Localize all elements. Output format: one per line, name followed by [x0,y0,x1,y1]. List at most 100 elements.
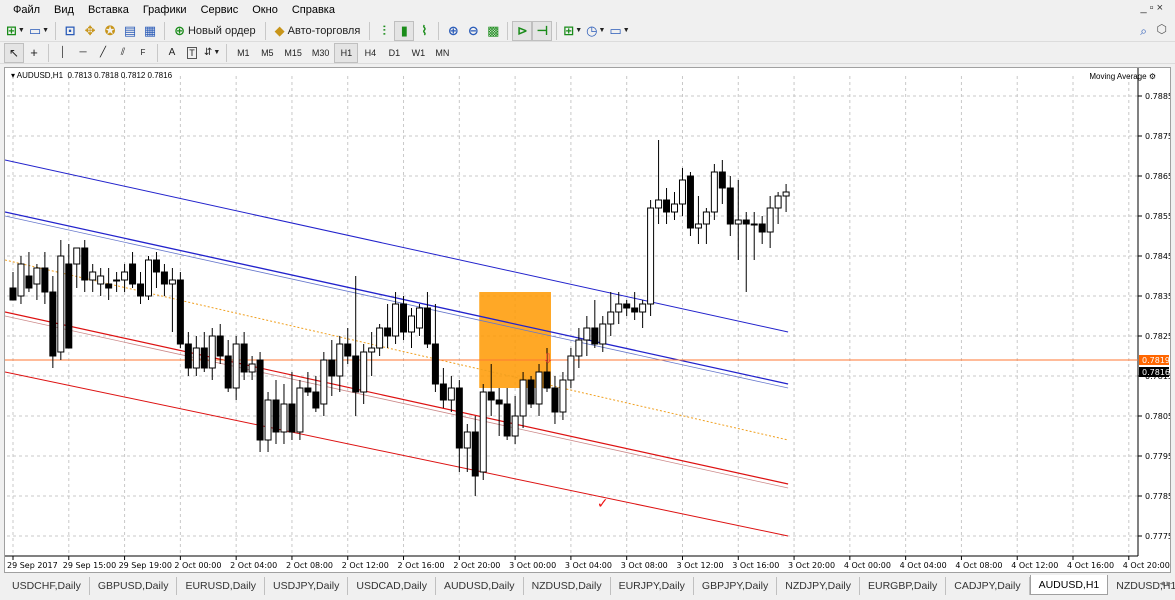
timeframe-d1[interactable]: D1 [382,43,406,63]
menu-insert[interactable]: Вставка [81,0,136,20]
new-chart-button[interactable]: ⊞ ▼ [4,21,27,41]
zoom-out-button[interactable]: ⊖ [463,21,483,41]
vertical-line-icon: │ [59,47,67,58]
candle-chart-button[interactable]: ▮ [394,20,415,41]
candle-bullish [702,211,710,225]
chart-tab[interactable]: EURJPY,Daily [611,577,694,595]
data-window-button[interactable]: ✥ [80,21,100,41]
auto-trading-icon: ◆ [274,22,285,38]
chart-tab[interactable]: GBPUSD,Daily [90,577,178,595]
timeframe-m1[interactable]: M1 [231,43,255,63]
zoom-in-button[interactable]: ⊕ [443,21,463,41]
trendline-button[interactable]: ╱ [93,43,113,63]
menu-bar: Файл Вид Вставка Графики Сервис Окно Спр… [0,0,1175,20]
terminal-button[interactable]: ▤ [120,21,140,41]
horizontal-line-button[interactable]: ─ [73,43,93,63]
timeframe-h1[interactable]: H1 [334,42,359,63]
red-channel-upper-2 [5,315,789,489]
arrows-button[interactable]: ⇵ ▼ [202,43,222,63]
x-tick-label: 3 Oct 00:00 [509,561,556,570]
candle-bearish [137,283,145,297]
channel-button[interactable]: ⫽ [113,43,133,63]
auto-scroll-button[interactable]: ⊳ [512,20,533,41]
timeframe-mn[interactable]: MN [430,43,454,63]
chart-tab[interactable]: NZDJPY,Daily [777,577,860,595]
market-watch-button[interactable]: ⊡ [60,21,80,41]
search-icon[interactable]: ⌕ [1140,24,1147,39]
indicators-button[interactable]: ⊞ ▼ [561,21,584,41]
profiles-icon: ▭ [28,22,42,38]
chart-window[interactable]: ⇩ ✓ 0.7885 0.7875 0.7865 0.7855 0.7845 0.7835 0.… [4,67,1171,573]
fibonacci-button[interactable]: F [133,43,153,63]
chart-tab[interactable]: NZDUSD,Daily [524,577,611,595]
timeframe-m30[interactable]: M30 [307,43,335,63]
candle-chart-icon: ▮ [400,22,408,38]
new-order-button[interactable]: ⊕ Новый ордер [169,21,261,41]
text-label-button[interactable]: T [182,43,202,63]
chart-tab[interactable]: USDCHF,Daily [4,577,90,595]
candle-bullish [248,363,256,373]
gear-icon[interactable]: ⚙ [1149,72,1156,81]
price-chart[interactable]: ⇩ ✓ 0.7885 0.7875 0.7865 0.7855 0.7845 0.7835 0.… [5,68,1170,572]
bar-chart-button[interactable]: ⫶ [374,21,394,41]
chart-tab[interactable]: AUDUSD,H1 [1029,575,1109,595]
chart-quote: 0.7813 0.7818 0.7812 0.7816 [67,71,173,80]
tile-windows-button[interactable]: ▩ [483,21,503,41]
chart-tab[interactable]: AUDUSD,Daily [436,577,524,595]
candle-bearish [455,387,463,449]
candle-bearish [224,355,232,389]
price-label: 0.7816 [1142,368,1170,377]
candle-bearish [631,307,639,313]
menu-file[interactable]: Файл [6,0,47,20]
chart-tab[interactable]: EURGBP,Daily [860,577,947,595]
candle-bullish [678,179,686,205]
chart-tab[interactable]: USDCAD,Daily [348,577,436,595]
line-chart-button[interactable]: ⌇ [414,21,434,41]
chart-tab[interactable]: USDJPY,Daily [265,577,349,595]
auto-trading-label: Авто-торговля [287,24,361,37]
window-controls[interactable]: _ ▫ × [1140,2,1163,14]
x-tick-label: 2 Oct 20:00 [453,561,500,570]
candle-bullish [599,323,607,345]
candle-bullish [264,399,272,441]
timeframe-m5[interactable]: M5 [255,43,279,63]
periods-button[interactable]: ◷ ▼ [584,21,607,41]
tabs-scroll-arrows[interactable]: ◂ ▸ [1159,578,1171,589]
auto-trading-button[interactable]: ◆ Авто-торговля [270,21,366,41]
toolbar-separator [369,21,371,40]
timeframe-h4[interactable]: H4 [358,43,382,63]
profiles-button[interactable]: ▭ ▼ [27,21,51,41]
timeframe-w1[interactable]: W1 [406,43,430,63]
candle-bearish [503,403,511,437]
navigator-button[interactable]: ✪ [100,21,120,41]
candle-bullish [376,327,384,349]
x-tick-label: 4 Oct 08:00 [955,561,1002,570]
timeframe-m15[interactable]: M15 [279,43,307,63]
cursor-button[interactable]: ↖ [4,42,24,63]
menu-window[interactable]: Окно [245,0,285,20]
chart-shift-button[interactable]: ⊣ [532,20,553,41]
chevron-down-icon: ▼ [17,27,25,34]
vertical-line-button[interactable]: │ [53,43,73,63]
menu-tools[interactable]: Сервис [194,0,246,20]
crosshair-button[interactable]: + [24,43,44,63]
chart-tab[interactable]: GBPJPY,Daily [694,577,778,595]
menu-view[interactable]: Вид [47,0,81,20]
auto-scroll-icon: ⊳ [516,22,528,38]
new-order-label: Новый ордер [187,24,256,37]
candle-bullish [97,275,105,285]
menu-charts[interactable]: Графики [136,0,194,20]
x-tick-label: 29 Sep 15:00 [63,561,116,570]
community-icon[interactable]: ⬡ [1157,22,1167,36]
y-tick-label: 0.7795 [1145,452,1170,461]
strategy-tester-button[interactable]: ▦ [140,21,160,41]
templates-button[interactable]: ▭ ▼ [607,21,631,41]
candle-bearish [384,327,392,337]
chart-tab[interactable]: EURUSD,Daily [177,577,266,595]
text-button[interactable]: A [162,43,182,63]
chart-collapse-icon[interactable]: ▾ [11,71,15,80]
candle-bullish [415,307,423,329]
menu-help[interactable]: Справка [285,0,342,20]
chart-tab[interactable]: CADJPY,Daily [946,577,1030,595]
candle-bearish [240,343,248,373]
